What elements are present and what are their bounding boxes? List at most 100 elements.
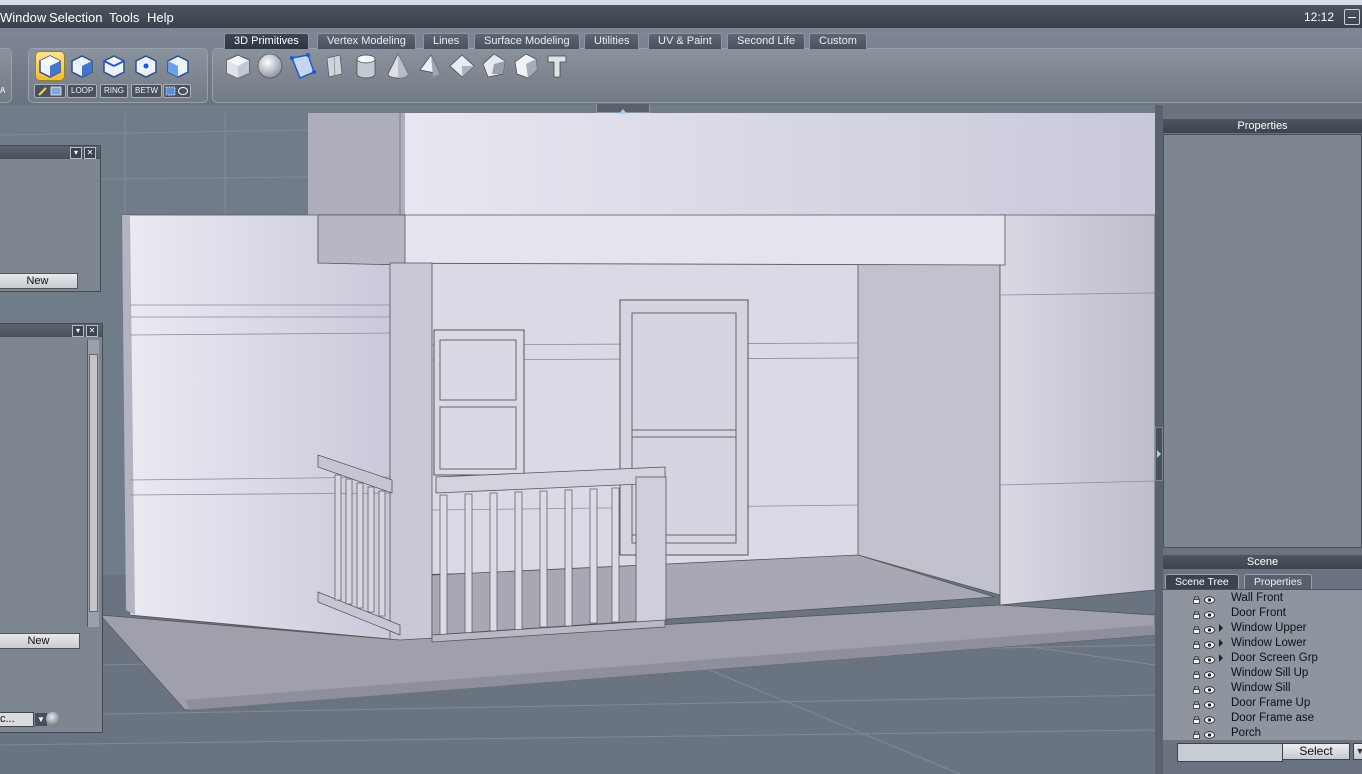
octahedron-primitive-button[interactable] [448, 52, 476, 80]
panel-1-close-button[interactable]: ✕ [84, 147, 96, 159]
panel-1-new-button[interactable]: New [0, 273, 78, 289]
select-face-button[interactable] [68, 52, 96, 80]
lock-icon[interactable] [1193, 714, 1200, 724]
expand-arrow-icon[interactable] [1219, 624, 1223, 632]
panel-2-scroll-thumb[interactable] [89, 354, 98, 612]
eye-icon[interactable] [1204, 609, 1215, 619]
polygon-primitive-button[interactable] [288, 52, 316, 80]
scene-select-button[interactable]: Select [1282, 743, 1350, 760]
tab-scene-tree[interactable]: Scene Tree [1165, 574, 1239, 589]
scene-tree-row[interactable]: Door Frame ase [1163, 711, 1362, 726]
cone-primitive-button[interactable] [384, 52, 412, 80]
tab-second-life[interactable]: Second Life [727, 33, 806, 49]
tab-lines[interactable]: Lines [423, 33, 470, 49]
scene-search-input[interactable] [1177, 743, 1283, 762]
panel-1-menu-button[interactable]: ▾ [70, 147, 82, 159]
text-t-icon [547, 55, 567, 78]
menu-window[interactable]: Window [0, 10, 46, 25]
lock-icon[interactable] [1193, 669, 1200, 679]
chevron-right-icon [1157, 450, 1161, 458]
scene-tree-row[interactable]: Window Lower [1163, 636, 1362, 651]
lock-icon[interactable] [1193, 609, 1200, 619]
expand-arrow-icon[interactable] [1219, 654, 1223, 662]
lock-icon[interactable] [1193, 729, 1200, 739]
scene-tree-row[interactable]: Porch [1163, 726, 1362, 740]
scene-select-dropdown[interactable]: ▼ [1353, 743, 1362, 760]
select-edge-button[interactable] [100, 52, 128, 80]
material-sphere-icon[interactable] [46, 712, 60, 726]
select-object-button[interactable] [36, 52, 64, 80]
eye-icon[interactable] [1204, 594, 1215, 604]
scene-tree-list: Wall Front Door Front Window Upper Window L… [1163, 589, 1362, 740]
panel-2-close-button[interactable]: ✕ [86, 325, 98, 337]
tab-scene-properties[interactable]: Properties [1244, 574, 1312, 589]
plane-primitive-button[interactable] [320, 52, 348, 80]
toolbar-collapse-handle[interactable] [596, 104, 650, 114]
scene-tree-row[interactable]: Door Screen Grp [1163, 651, 1362, 666]
ring-button[interactable]: RING [100, 84, 128, 98]
clock-readout: 12:12 [1303, 10, 1334, 24]
sphere-primitive-button[interactable] [256, 52, 284, 80]
cylinder-primitive-button[interactable] [352, 52, 380, 80]
lock-icon[interactable] [1193, 639, 1200, 649]
panel-2-new-button[interactable]: New [0, 633, 80, 649]
tab-custom[interactable]: Custom [809, 33, 867, 49]
lock-icon[interactable] [1193, 654, 1200, 664]
menu-tools[interactable]: Tools [109, 10, 139, 25]
tab-vertex-modeling[interactable]: Vertex Modeling [317, 33, 416, 49]
eye-icon[interactable] [1204, 639, 1215, 649]
cube-icon [226, 54, 250, 79]
select-vertex-button[interactable] [132, 52, 160, 80]
panel-2-scrollbar[interactable] [87, 340, 99, 627]
eye-icon[interactable] [1204, 684, 1215, 694]
geosphere-primitive-button[interactable] [512, 52, 540, 80]
3d-viewport[interactable] [0, 105, 1155, 774]
scene-tree-row[interactable]: Door Frame Up [1163, 696, 1362, 711]
eye-icon[interactable] [1204, 699, 1215, 709]
panel-expand-handle[interactable] [1155, 427, 1163, 481]
geosphere-icon [514, 53, 538, 79]
minimize-button[interactable] [1344, 9, 1360, 25]
panel-1-header: ▾ ✕ [0, 146, 100, 159]
stub-label: A [0, 86, 6, 95]
eye-icon[interactable] [1204, 654, 1215, 664]
scene-tree-row-label: Door Frame Up [1231, 697, 1311, 709]
lasso-select-button[interactable] [163, 84, 191, 98]
scene-tree-row[interactable]: Window Sill Up [1163, 666, 1362, 681]
brush-icon [38, 86, 62, 96]
scene-tree-row[interactable]: Window Upper [1163, 621, 1362, 636]
eye-icon[interactable] [1204, 729, 1215, 739]
pyramid-primitive-button[interactable] [416, 52, 444, 80]
pyramid-icon [419, 54, 441, 77]
brush-select-button[interactable] [34, 84, 66, 98]
right-panel: Properties Scene Scene Tree Properties W… [1155, 105, 1362, 774]
scene-tree-row[interactable]: Door Front [1163, 606, 1362, 621]
dodecahedron-icon [482, 53, 506, 78]
select-element-button[interactable] [164, 52, 192, 80]
menu-selection[interactable]: Selection [49, 10, 102, 25]
scene-render [0, 105, 1155, 774]
menu-help[interactable]: Help [147, 10, 174, 25]
eye-icon[interactable] [1204, 624, 1215, 634]
tab-uv-paint[interactable]: UV & Paint [648, 33, 722, 49]
scene-tree-row[interactable]: Wall Front [1163, 591, 1362, 606]
between-button[interactable]: BETW [131, 84, 163, 98]
eye-icon[interactable] [1204, 669, 1215, 679]
lock-icon[interactable] [1193, 699, 1200, 709]
lock-icon[interactable] [1193, 684, 1200, 694]
scene-tree-row[interactable]: Window Sill [1163, 681, 1362, 696]
tab-surface-modeling[interactable]: Surface Modeling [474, 33, 580, 49]
tab-3d-primitives[interactable]: 3D Primitives [224, 33, 309, 49]
dodecahedron-primitive-button[interactable] [480, 52, 508, 80]
expand-arrow-icon[interactable] [1219, 639, 1223, 647]
loop-button[interactable]: LOOP [67, 84, 98, 98]
tab-utilities[interactable]: Utilities [584, 33, 640, 49]
eye-icon[interactable] [1204, 714, 1215, 724]
cube-primitive-button[interactable] [224, 52, 252, 80]
panel-2-menu-button[interactable]: ▾ [72, 325, 84, 337]
chevron-down-icon: ▼ [1355, 746, 1362, 756]
lock-icon[interactable] [1193, 594, 1200, 604]
panel-2-dropdown[interactable]: c... ▼ [0, 712, 47, 727]
lock-icon[interactable] [1193, 624, 1200, 634]
text-primitive-button[interactable] [544, 52, 572, 80]
